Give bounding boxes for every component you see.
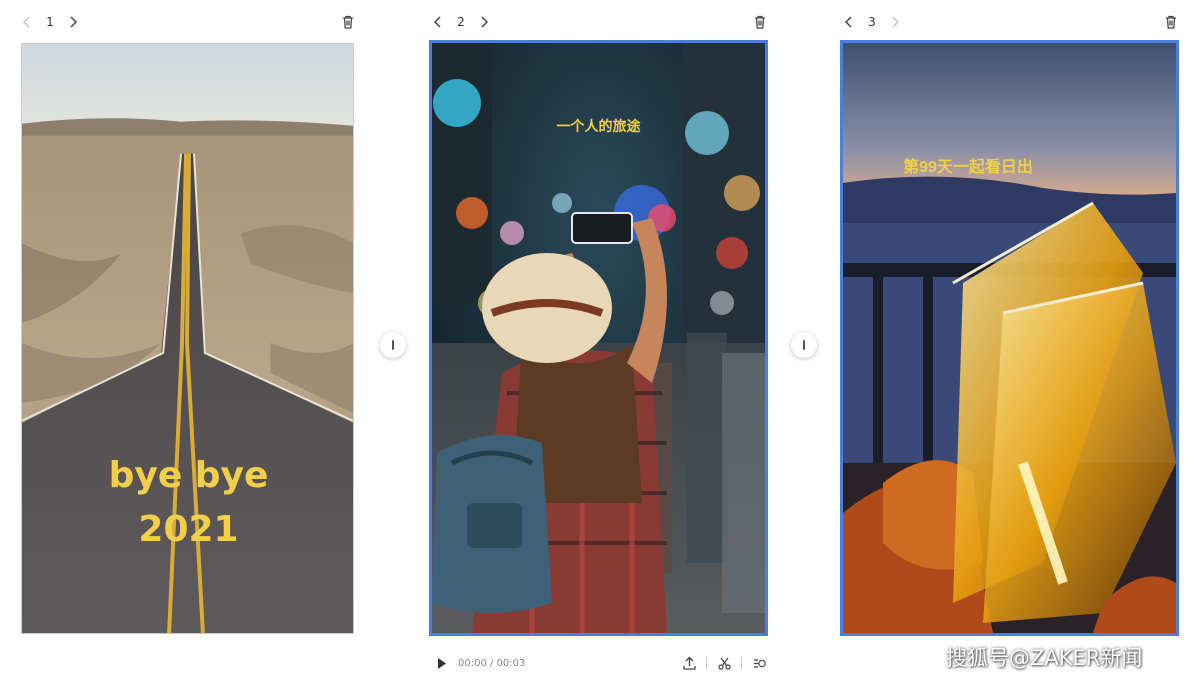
upload-icon [682, 656, 696, 670]
slide-2-thumbnail[interactable]: 一个人的旅途 [429, 40, 768, 636]
insert-divider-icon [803, 340, 805, 350]
slide-3-thumbnail[interactable]: 第99天一起看日出 [840, 40, 1179, 636]
slide-1-nav: 1 [16, 8, 84, 36]
next-slide-button[interactable] [884, 11, 906, 33]
watermark-text: 搜狐号@ZAKER新闻 [946, 646, 1143, 670]
scissors-icon [717, 657, 731, 670]
chevron-right-icon [892, 16, 900, 28]
trash-icon [343, 15, 353, 29]
playback-time: 00:00 / 00:03 [458, 657, 526, 669]
toolbar-divider [706, 657, 707, 669]
chevron-left-icon [433, 16, 441, 28]
next-slide-button[interactable] [473, 11, 495, 33]
next-slide-button[interactable] [62, 11, 84, 33]
delete-slide-3-button[interactable] [1161, 12, 1181, 32]
delete-slide-1-button[interactable] [338, 12, 358, 32]
export-button[interactable] [678, 652, 700, 674]
chevron-left-icon [22, 16, 30, 28]
slide-3-nav: 3 [838, 8, 906, 36]
slide-2-caption: 一个人的旅途 [556, 118, 641, 134]
caption-line-1: bye bye [108, 455, 269, 496]
trim-button[interactable] [713, 652, 735, 674]
champagne-sunset-image [843, 43, 1176, 633]
trash-icon [755, 15, 765, 29]
insert-divider-icon [392, 340, 394, 350]
slide-1-thumbnail[interactable]: bye bye 2021 [21, 43, 354, 634]
slide-number: 3 [868, 15, 876, 29]
delete-slide-2-button[interactable] [750, 12, 770, 32]
slide-number: 1 [46, 15, 54, 29]
caption-line-2: 2021 [138, 509, 239, 550]
slide-number: 2 [457, 15, 465, 29]
prev-slide-button[interactable] [16, 11, 38, 33]
toolbar-divider [741, 657, 742, 669]
prev-slide-button[interactable] [838, 11, 860, 33]
adjust-icon [753, 658, 766, 668]
slide-2-nav: 2 [427, 8, 495, 36]
trash-icon [1166, 15, 1176, 29]
play-icon [437, 657, 446, 669]
chevron-right-icon [481, 16, 489, 28]
insert-transition-button[interactable] [791, 332, 817, 358]
slide-3-caption: 第99天一起看日出 [903, 159, 1033, 176]
insert-transition-button[interactable] [380, 332, 406, 358]
chevron-right-icon [70, 16, 78, 28]
chevron-left-icon [844, 16, 852, 28]
play-button[interactable] [430, 652, 452, 674]
playback-bar: 00:00 / 00:03 [430, 652, 770, 674]
slide-1-caption: bye bye 2021 [22, 449, 353, 557]
prev-slide-button[interactable] [427, 11, 449, 33]
settings-button[interactable] [748, 652, 770, 674]
